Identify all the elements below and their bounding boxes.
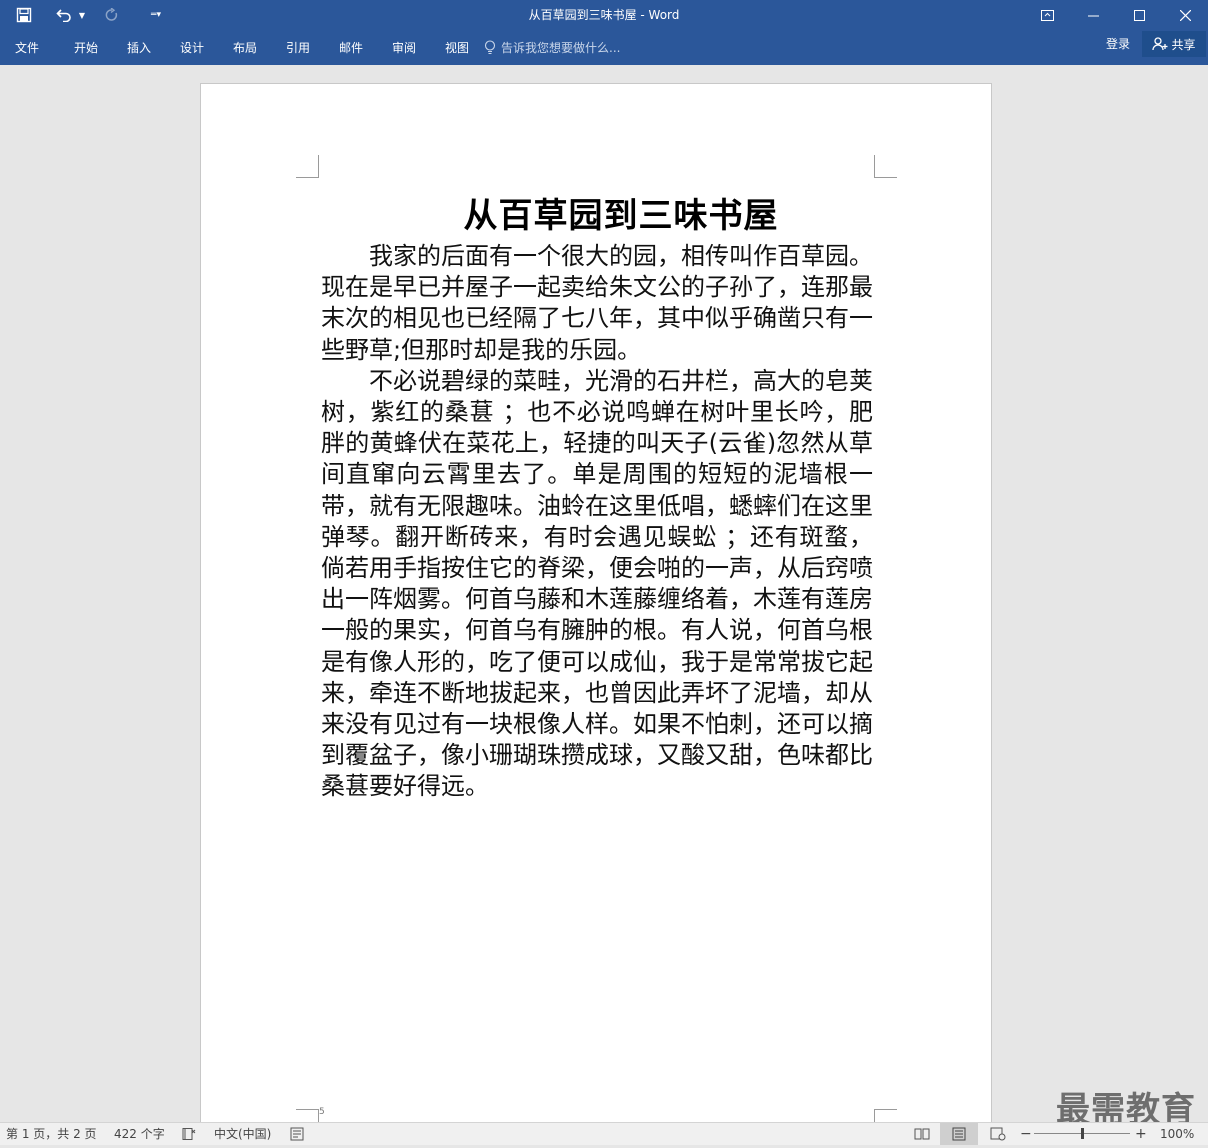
minimize-button[interactable]	[1070, 0, 1116, 30]
page-count-status[interactable]: 第 1 页，共 2 页	[6, 1123, 97, 1145]
ribbon-display-options-button[interactable]	[1024, 0, 1070, 30]
page-marker: 5	[319, 1107, 325, 1117]
undo-dropdown-button[interactable]: ▼	[76, 0, 88, 30]
print-layout-button[interactable]	[940, 1123, 978, 1145]
chevron-down-icon: ▼	[78, 10, 86, 20]
web-layout-icon	[990, 1127, 1006, 1141]
login-link[interactable]: 登录	[1106, 30, 1130, 58]
word-count-status[interactable]: 422 个字	[114, 1123, 165, 1145]
tab-layout[interactable]: 布局	[232, 35, 258, 61]
zoom-level[interactable]: 100%	[1160, 1123, 1194, 1145]
share-label: 共享	[1171, 37, 1196, 52]
language-status[interactable]: 中文(中国)	[214, 1123, 271, 1145]
page-layout-icon	[952, 1127, 966, 1141]
share-button[interactable]: 共享	[1142, 31, 1206, 57]
quick-access-toolbar: ▼ ═▾	[0, 0, 170, 30]
zoom-out-button[interactable]: −	[1020, 1123, 1032, 1145]
tell-me-box[interactable]: 告诉我您想要做什么...	[484, 39, 620, 56]
macro-status[interactable]	[290, 1123, 304, 1145]
ribbon-tabs: 文件 开始 插入 设计 布局 引用 邮件 审阅 视图 告诉我您想要做什么...	[0, 30, 620, 65]
maximize-button[interactable]	[1116, 0, 1162, 30]
book-open-icon	[914, 1128, 930, 1140]
undo-button[interactable]	[52, 0, 76, 30]
web-layout-button[interactable]	[990, 1123, 1006, 1145]
document-page[interactable]: 从百草园到三味书屋 我家的后面有一个很大的园，相传叫作百草园。现在是早已并屋子一…	[200, 83, 992, 1132]
window-controls	[1024, 0, 1208, 30]
undo-icon	[56, 9, 71, 22]
close-button[interactable]	[1162, 0, 1208, 30]
save-icon	[16, 7, 32, 23]
read-mode-button[interactable]	[914, 1123, 930, 1145]
proofing-status[interactable]	[182, 1123, 198, 1145]
tell-me-placeholder: 告诉我您想要做什么...	[501, 41, 621, 55]
zoom-slider[interactable]	[1034, 1123, 1130, 1145]
paragraph-1[interactable]: 我家的后面有一个很大的园，相传叫作百草园。现在是早已并屋子一起卖给朱文公的子孙了…	[321, 241, 873, 366]
maximize-icon	[1133, 9, 1145, 21]
tab-review[interactable]: 审阅	[391, 35, 417, 61]
close-icon	[1179, 9, 1191, 21]
margin-corner-top-left	[296, 155, 319, 178]
minimize-icon	[1087, 15, 1099, 16]
tab-mailings[interactable]: 邮件	[338, 35, 364, 61]
lightbulb-icon	[484, 40, 496, 54]
macro-record-icon	[290, 1127, 304, 1141]
status-bar: 第 1 页，共 2 页 422 个字 中文(中国) − + 100%	[0, 1122, 1208, 1145]
tab-references[interactable]: 引用	[285, 35, 311, 61]
proofing-book-icon	[182, 1128, 196, 1140]
customize-toolbar-button[interactable]: ═▾	[142, 0, 170, 30]
redo-icon	[105, 8, 118, 21]
document-body[interactable]: 我家的后面有一个很大的园，相传叫作百草园。现在是早已并屋子一起卖给朱文公的子孙了…	[321, 241, 873, 803]
redo-button[interactable]	[98, 0, 126, 30]
title-bar: ▼ ═▾ 从百草园到三味书屋 - Word	[0, 0, 1208, 30]
ribbon-display-icon	[1040, 9, 1054, 21]
ribbon-tab-bar: 文件 开始 插入 设计 布局 引用 邮件 审阅 视图 告诉我您想要做什么... …	[0, 30, 1208, 65]
add-person-icon	[1152, 37, 1168, 51]
zoom-slider-thumb[interactable]	[1081, 1128, 1084, 1139]
tab-file[interactable]: 文件	[14, 35, 40, 61]
margin-corner-top-right	[874, 155, 897, 178]
tab-insert[interactable]: 插入	[126, 35, 152, 61]
tab-view[interactable]: 视图	[444, 35, 470, 61]
document-title[interactable]: 从百草园到三味书屋	[321, 188, 873, 237]
tab-design[interactable]: 设计	[179, 35, 205, 61]
tab-home[interactable]: 开始	[73, 35, 99, 61]
save-button[interactable]	[10, 0, 38, 30]
paragraph-2[interactable]: 不必说碧绿的菜畦，光滑的石井栏，高大的皂荚树，紫红的桑葚 ；也不必说鸣蝉在树叶里…	[321, 366, 873, 803]
zoom-in-button[interactable]: +	[1135, 1123, 1147, 1145]
customize-dropdown-icon: ═▾	[151, 10, 161, 20]
